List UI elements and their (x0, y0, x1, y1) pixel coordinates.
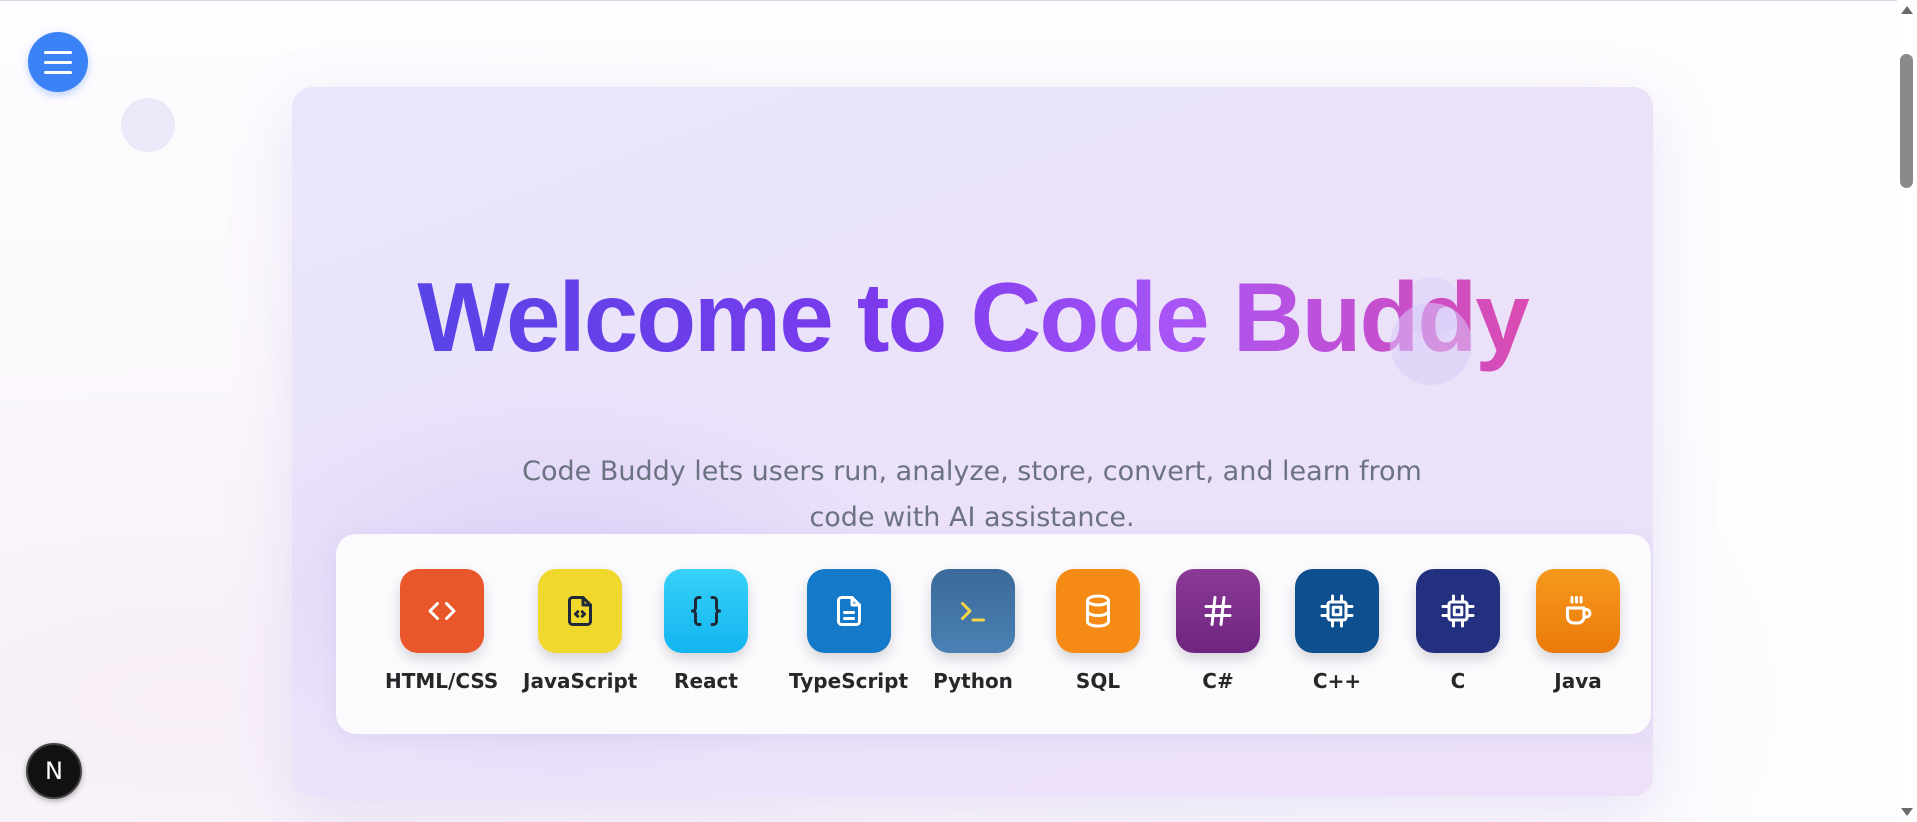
language-label: C# (1202, 669, 1234, 693)
language-item-python[interactable]: Python (931, 569, 1015, 693)
curly-braces-icon (664, 569, 748, 653)
js-file-icon (538, 569, 623, 653)
vertical-scrollbar[interactable] (1897, 0, 1917, 822)
language-label: HTML/CSS (385, 669, 499, 693)
language-label: React (674, 669, 738, 693)
hero-subtitle: Code Buddy lets users run, analyze, stor… (522, 456, 1422, 533)
language-panel: HTML/CSS JavaScript React TypeScript Pyt… (336, 534, 1651, 734)
code-brackets-icon (399, 569, 484, 653)
language-label: TypeScript (789, 669, 909, 693)
language-item-cpp[interactable]: C++ (1295, 569, 1379, 693)
coffee-cup-icon (1536, 569, 1620, 653)
language-label: C (1450, 669, 1466, 693)
language-label: JavaScript (523, 669, 638, 693)
dev-tools-badge[interactable]: N (26, 743, 82, 799)
language-item-sql[interactable]: SQL (1056, 569, 1140, 693)
terminal-icon (931, 569, 1015, 653)
menu-button[interactable] (28, 32, 88, 92)
dev-badge-letter: N (45, 757, 63, 785)
language-item-java[interactable]: Java (1536, 569, 1620, 693)
cpu-chip-icon (1295, 569, 1379, 653)
document-icon (806, 569, 891, 653)
decorative-circle (1390, 303, 1472, 385)
hero-card: Welcome to Code Buddy Code Buddy lets us… (292, 87, 1653, 796)
cpu-chip-icon (1416, 569, 1500, 653)
window-top-border (0, 0, 1897, 1)
language-label: SQL (1075, 669, 1121, 693)
language-item-typescript[interactable]: TypeScript (789, 569, 908, 693)
language-item-c[interactable]: C (1416, 569, 1500, 693)
language-label: C++ (1312, 669, 1362, 693)
scrollbar-thumb[interactable] (1900, 54, 1913, 188)
language-item-javascript[interactable]: JavaScript (523, 569, 637, 693)
scroll-down-arrow-icon[interactable] (1901, 808, 1913, 816)
language-label: Java (1554, 669, 1602, 693)
database-icon (1056, 569, 1140, 653)
hamburger-menu-icon (44, 51, 72, 74)
language-item-html-css[interactable]: HTML/CSS (385, 569, 498, 693)
language-item-csharp[interactable]: C# (1176, 569, 1260, 693)
language-item-react[interactable]: React (664, 569, 748, 693)
decorative-circle (121, 98, 175, 152)
hash-icon (1176, 569, 1260, 653)
language-label: Python (933, 669, 1013, 693)
scroll-up-arrow-icon[interactable] (1901, 6, 1913, 14)
